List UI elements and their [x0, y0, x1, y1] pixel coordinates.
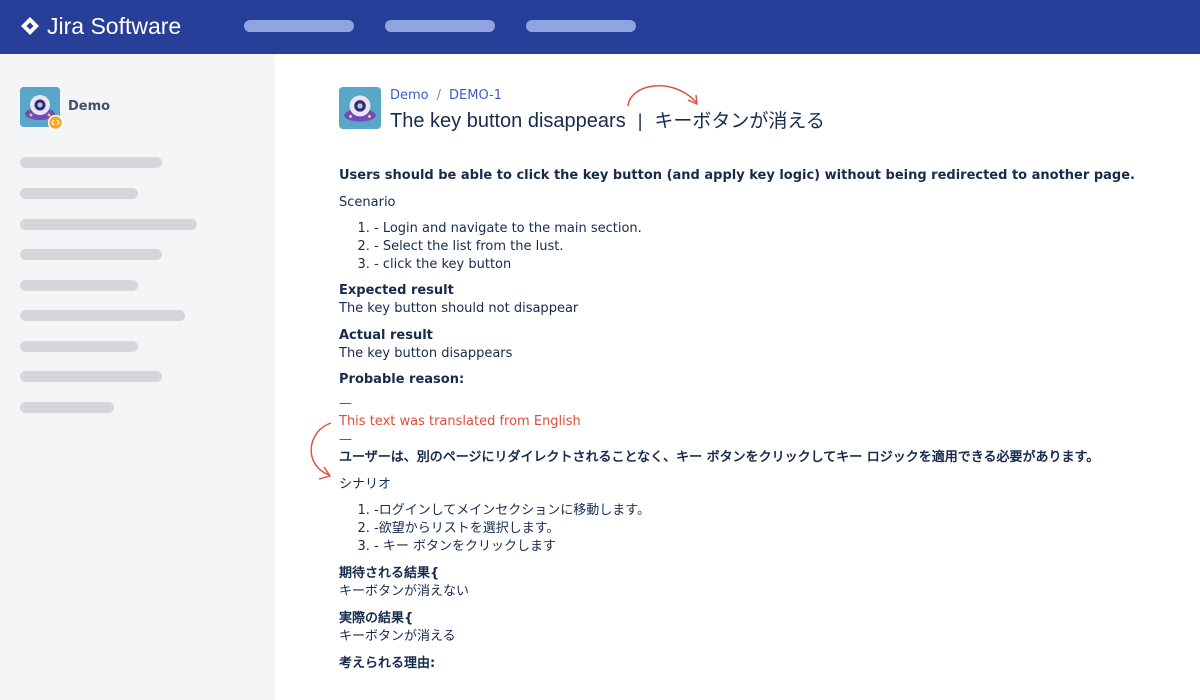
sidebar-item-placeholder-6[interactable] — [20, 310, 185, 321]
probable-reason-label-translated: 考えられる理由: — [339, 656, 436, 671]
sidebar-item-placeholder-5[interactable] — [20, 280, 138, 291]
issue-description: Users should be able to click the key bu… — [339, 167, 1179, 673]
title-divider: | — [637, 111, 643, 131]
issue-title-text: The key button disappears — [390, 110, 626, 132]
sidebar-item-placeholder-8[interactable] — [20, 371, 162, 382]
scenario-step: - click the key button — [374, 256, 1179, 274]
scenario-steps-list: - Login and navigate to the main section… — [339, 220, 1179, 274]
project-name[interactable]: Demo — [68, 99, 110, 114]
expected-result-label-translated: 期待される結果{ — [339, 566, 440, 581]
code-badge-icon — [48, 115, 63, 130]
scenario-step-translated: - キー ボタンをクリックします — [374, 538, 1179, 556]
expected-result-text-translated: キーボタンが消えない — [339, 584, 470, 599]
sidebar-item-placeholder-2[interactable] — [20, 188, 138, 199]
summary-text-translated: ユーザーは、別のページにリダイレクトされることなく、キー ボタンをクリックしてキ… — [339, 450, 1100, 465]
scenario-step: - Login and navigate to the main section… — [374, 220, 1179, 238]
sidebar: Demo — [0, 54, 275, 700]
sidebar-item-placeholder-7[interactable] — [20, 341, 138, 352]
ufo-project-icon[interactable] — [20, 87, 63, 130]
expected-result-text: The key button should not disappear — [339, 301, 579, 316]
issue-title-translated: キーボタンが消える — [654, 110, 825, 132]
breadcrumb-separator: / — [436, 88, 442, 103]
scenario-steps-list-translated: -ログインしてメインセクションに移動します。 -欲望からリストを選択します。 -… — [339, 502, 1179, 556]
app-name: Jira Software — [47, 12, 182, 39]
jira-diamond-icon — [21, 17, 39, 35]
actual-result-label-translated: 実際の結果{ — [339, 611, 414, 626]
issue-view: Demo / DEMO-1 The key button disappears | キー… — [275, 54, 1200, 700]
nav-item-placeholder-3[interactable] — [526, 20, 636, 32]
separator-dash: — — [339, 432, 352, 447]
scenario-step: - Select the list from the lust. — [374, 238, 1179, 256]
breadcrumb: Demo / DEMO-1 — [390, 88, 502, 103]
translation-note: This text was translated from English — [339, 414, 581, 429]
scenario-step-translated: -ログインしてメインセクションに移動します。 — [374, 502, 1179, 520]
sidebar-item-placeholder-3[interactable] — [20, 219, 197, 230]
expected-result-label: Expected result — [339, 283, 454, 298]
issue-project-avatar — [339, 87, 381, 129]
separator-dash: — — [339, 396, 352, 411]
nav-item-placeholder-1[interactable] — [244, 20, 354, 32]
sidebar-item-placeholder-4[interactable] — [20, 249, 162, 260]
scenario-label-translated: シナリオ — [339, 477, 392, 492]
nav-item-placeholder-2[interactable] — [385, 20, 495, 32]
scenario-label: Scenario — [339, 195, 396, 210]
actual-result-label: Actual result — [339, 328, 433, 343]
top-navigation-bar: Jira Software — [0, 0, 1200, 54]
actual-result-text-translated: キーボタンが消える — [339, 629, 456, 644]
summary-text: Users should be able to click the key bu… — [339, 168, 1135, 183]
sidebar-item-placeholder-9[interactable] — [20, 402, 114, 413]
translation-arrow-icon — [310, 422, 332, 480]
issue-title[interactable]: The key button disappears | キーボタンが消える — [390, 106, 825, 133]
actual-result-text: The key button disappears — [339, 346, 513, 361]
app-logo[interactable]: Jira Software — [20, 13, 181, 39]
scenario-step-translated: -欲望からリストを選択します。 — [374, 520, 1179, 538]
sidebar-item-placeholder-1[interactable] — [20, 157, 162, 168]
breadcrumb-project-link[interactable]: Demo — [390, 88, 429, 103]
breadcrumb-issue-key-link[interactable]: DEMO-1 — [449, 88, 502, 103]
ufo-project-icon — [339, 87, 381, 129]
probable-reason-label: Probable reason: — [339, 372, 465, 387]
